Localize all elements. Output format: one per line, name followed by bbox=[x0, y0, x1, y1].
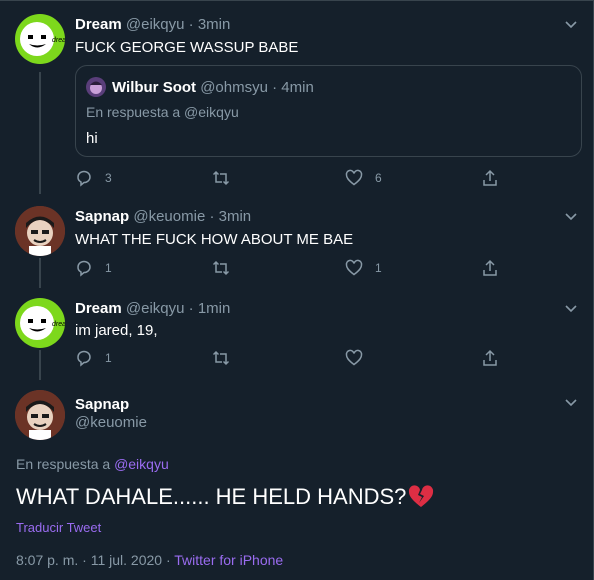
retweet-icon bbox=[212, 170, 230, 186]
tweet-source-app[interactable]: Twitter for iPhone bbox=[174, 552, 283, 568]
like-count: 1 bbox=[375, 261, 382, 275]
thread-line bbox=[39, 350, 41, 380]
separator-dot: · bbox=[188, 300, 194, 317]
tweet-text: WHAT THE FUCK HOW ABOUT ME BAE bbox=[75, 231, 354, 248]
reply-icon bbox=[77, 260, 91, 277]
chevron-down-icon[interactable] bbox=[564, 209, 578, 223]
retweet-icon bbox=[212, 350, 230, 366]
quoted-author-handle: @ohmsyu bbox=[200, 79, 268, 96]
broken-heart-icon bbox=[409, 485, 434, 507]
tweet-time[interactable]: 1min bbox=[198, 300, 231, 317]
avatar-wilbur bbox=[86, 77, 106, 97]
tweet-time[interactable]: 3min bbox=[219, 208, 252, 225]
like-button[interactable] bbox=[345, 348, 375, 368]
heart-icon bbox=[345, 259, 363, 276]
svg-text:dream: dream bbox=[52, 37, 65, 44]
separator-dot: · bbox=[165, 552, 171, 568]
tweet-actions: 3 6 bbox=[75, 168, 505, 188]
reply-count: 1 bbox=[105, 261, 112, 275]
separator-dot: · bbox=[188, 16, 194, 33]
avatar-sapnap[interactable] bbox=[15, 206, 65, 256]
avatar-dream[interactable]: dream bbox=[15, 298, 65, 348]
quoted-reply-to: En respuesta a @eikqyu bbox=[86, 104, 239, 120]
avatar-dream[interactable]: dream bbox=[15, 14, 65, 64]
reply-count: 1 bbox=[105, 351, 112, 365]
top-border bbox=[0, 0, 594, 1]
thread-line bbox=[39, 72, 41, 194]
reply-button[interactable]: 3 bbox=[75, 168, 112, 188]
separator-dot: · bbox=[209, 208, 215, 225]
author-name[interactable]: Sapnap bbox=[75, 208, 129, 225]
main-tweet-text-row: WHAT DAHALE...... HE HELD HANDS? bbox=[16, 484, 434, 510]
tweet-meta: 8:07 p. m. · 11 jul. 2020 · Twitter for … bbox=[16, 552, 283, 568]
share-icon bbox=[483, 349, 497, 366]
like-button[interactable]: 1 bbox=[345, 258, 382, 278]
share-icon bbox=[483, 259, 497, 276]
main-tweet-text: WHAT DAHALE...... HE HELD HANDS? bbox=[16, 484, 407, 509]
chevron-down-icon[interactable] bbox=[564, 17, 578, 31]
reply-button[interactable]: 1 bbox=[75, 258, 112, 278]
share-button[interactable] bbox=[481, 258, 499, 278]
avatar-sapnap[interactable] bbox=[15, 390, 65, 440]
quoted-time: 4min bbox=[281, 79, 314, 96]
share-icon bbox=[483, 169, 497, 186]
retweet-button[interactable] bbox=[212, 258, 242, 278]
heart-icon bbox=[345, 169, 363, 186]
reply-count: 3 bbox=[105, 171, 112, 185]
heart-icon bbox=[345, 349, 363, 366]
retweet-button[interactable] bbox=[212, 348, 242, 368]
author-handle[interactable]: @keuomie bbox=[133, 208, 205, 225]
quoted-author-name: Wilbur Soot bbox=[112, 79, 197, 96]
author-name[interactable]: Dream bbox=[75, 300, 122, 317]
chevron-down-icon[interactable] bbox=[564, 395, 578, 409]
tweet-time[interactable]: 3min bbox=[198, 16, 231, 33]
share-button[interactable] bbox=[481, 348, 499, 368]
quoted-text: hi bbox=[86, 130, 98, 147]
tweet-actions: 1 bbox=[75, 348, 505, 368]
tweet-text: im jared, 19, bbox=[75, 322, 158, 339]
like-count: 6 bbox=[375, 171, 382, 185]
svg-text:dream: dream bbox=[52, 321, 65, 328]
author-handle[interactable]: @eikqyu bbox=[126, 16, 185, 33]
reply-icon bbox=[77, 350, 91, 367]
retweet-icon bbox=[212, 260, 230, 276]
retweet-button[interactable] bbox=[212, 168, 242, 188]
reply-to-prefix: En respuesta a bbox=[16, 456, 111, 472]
translate-tweet-link[interactable]: Traducir Tweet bbox=[16, 520, 101, 535]
author-handle[interactable]: @keuomie bbox=[75, 414, 147, 431]
author-name[interactable]: Sapnap bbox=[75, 396, 129, 413]
reply-icon bbox=[77, 170, 91, 187]
tweet-text: FUCK GEORGE WASSUP BABE bbox=[75, 39, 299, 56]
share-button[interactable] bbox=[481, 168, 499, 188]
reply-to-handle[interactable]: @eikqyu bbox=[114, 456, 169, 472]
separator-dot: · bbox=[272, 79, 278, 96]
tweet-timestamp[interactable]: 8:07 p. m. · 11 jul. 2020 bbox=[16, 552, 162, 568]
tweet-actions: 1 1 bbox=[75, 258, 505, 278]
quoted-tweet[interactable]: Wilbur Soot @ohmsyu · 4min En respuesta … bbox=[75, 65, 582, 157]
like-button[interactable]: 6 bbox=[345, 168, 382, 188]
author-name[interactable]: Dream bbox=[75, 16, 122, 33]
reply-button[interactable]: 1 bbox=[75, 348, 112, 368]
reply-to: En respuesta a @eikqyu bbox=[16, 456, 169, 472]
chevron-down-icon[interactable] bbox=[564, 301, 578, 315]
author-handle[interactable]: @eikqyu bbox=[126, 300, 185, 317]
thread-line bbox=[39, 258, 41, 288]
